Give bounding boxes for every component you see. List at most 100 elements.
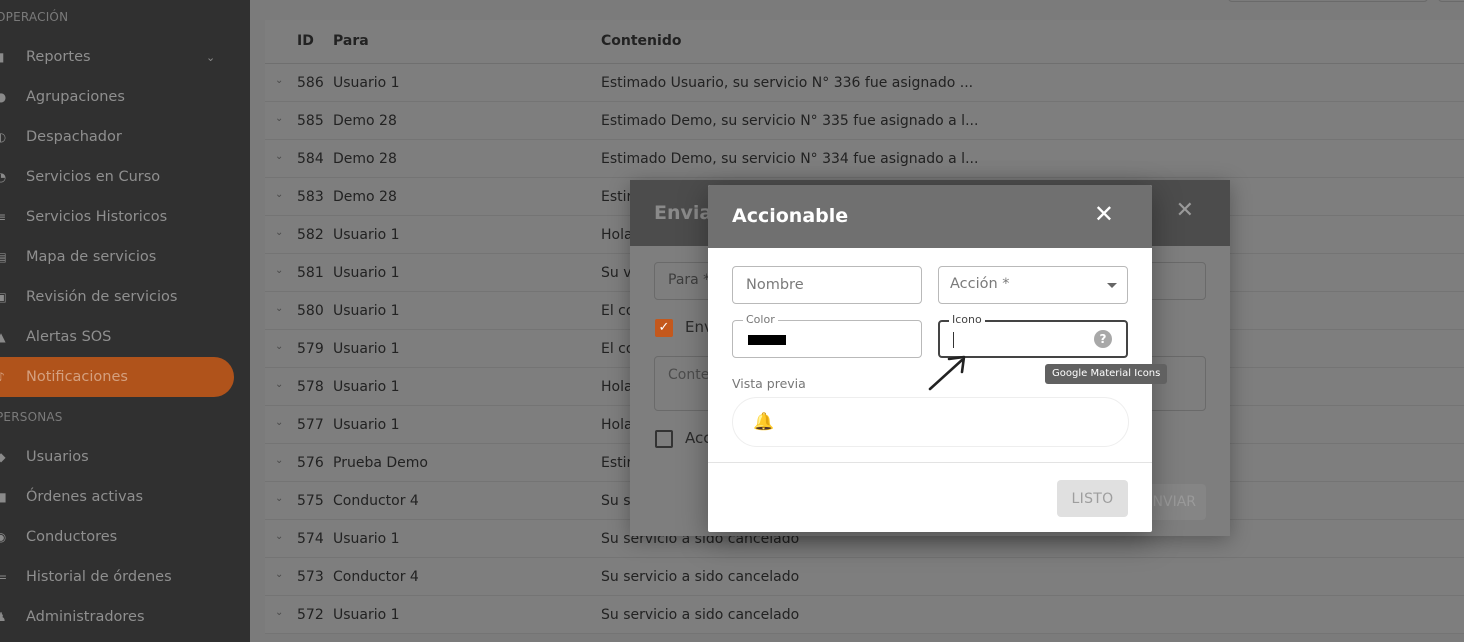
row-para: Usuario 1: [333, 265, 400, 281]
row-para: Usuario 1: [333, 227, 400, 243]
row-para: Usuario 1: [333, 341, 400, 357]
table-row[interactable]: ⌄ 573 Conductor 4 Su servicio a sido cancel…: [265, 558, 1464, 596]
sidebar: OPERACIÓN ▮ Reportes ⌄ ● Agrupaciones ◐ Despac…: [0, 0, 250, 642]
row-id: 579: [297, 341, 324, 357]
accion-select[interactable]: Acción *: [938, 266, 1128, 304]
header-id[interactable]: ID: [297, 33, 314, 49]
dropdown-caret-icon: [1107, 283, 1117, 288]
row-para: Prueba Demo: [333, 455, 428, 471]
nombre-input[interactable]: Nombre: [732, 266, 922, 304]
sidebar-item-revisión-de-servicios[interactable]: ▣ Revisión de servicios: [0, 277, 234, 317]
sidebar-item-mapa-de-servicios[interactable]: ▤ Mapa de servicios: [0, 237, 234, 277]
color-swatch: [748, 335, 786, 345]
row-para: Usuario 1: [333, 531, 400, 547]
row-para: Conductor 4: [333, 493, 419, 509]
expand-chevron-icon[interactable]: ⌄: [275, 113, 283, 124]
dispatch-icon: ◐: [0, 130, 7, 144]
row-id: 576: [297, 455, 324, 471]
expand-chevron-icon[interactable]: ⌄: [275, 607, 283, 618]
help-icon[interactable]: ?: [1094, 330, 1112, 348]
sidebar-item-notificaciones[interactable]: ♪ Notificaciones: [0, 357, 234, 397]
row-contenido: Su v: [601, 265, 632, 281]
icon-preview: 🔔: [732, 397, 1129, 447]
row-para: Demo 28: [333, 113, 397, 129]
expand-chevron-icon[interactable]: ⌄: [275, 151, 283, 162]
sidebar-item-label: Agrupaciones: [26, 89, 125, 105]
list-icon: ≡: [0, 210, 7, 224]
pointer-arrow-icon: [928, 355, 966, 391]
chevron-down-icon: ⌄: [206, 50, 216, 64]
expand-chevron-icon[interactable]: ⌄: [275, 379, 283, 390]
section-title-operacion: OPERACIÓN: [0, 10, 69, 24]
header-para[interactable]: Para: [333, 33, 369, 49]
sidebar-item-servicios-historicos[interactable]: ≡ Servicios Historicos: [0, 197, 234, 237]
row-para: Usuario 1: [333, 379, 400, 395]
sidebar-item-label: Servicios Historicos: [26, 209, 168, 225]
driver-icon: ◉: [0, 530, 7, 544]
expand-chevron-icon[interactable]: ⌄: [275, 341, 283, 352]
sidebar-item-label: Servicios en Curso: [26, 169, 161, 185]
table-row[interactable]: ⌄ 572 Usuario 1 Su servicio a sido cancelad…: [265, 596, 1464, 634]
row-contenido: Su s: [601, 493, 631, 509]
expand-chevron-icon[interactable]: ⌄: [275, 227, 283, 238]
row-contenido: Su servicio a sido cancelado: [601, 607, 800, 623]
sidebar-item-label: Usuarios: [26, 449, 89, 465]
listo-button[interactable]: LISTO: [1057, 480, 1128, 517]
header-contenido[interactable]: Contenido: [601, 33, 681, 49]
sidebar-item-agrupaciones[interactable]: ● Agrupaciones: [0, 77, 234, 117]
enviar-close-icon[interactable]: ✕: [1176, 198, 1194, 223]
row-id: 582: [297, 227, 324, 243]
bell-icon: ♪: [0, 370, 5, 384]
expand-chevron-icon[interactable]: ⌄: [275, 417, 283, 428]
expand-chevron-icon[interactable]: ⌄: [275, 265, 283, 276]
color-input[interactable]: Color: [732, 313, 922, 358]
sidebar-item-label: Conductores: [26, 529, 118, 545]
sidebar-item-órdenes-activas[interactable]: ■ Órdenes activas: [0, 477, 234, 517]
row-contenido: Estimado Demo, su servicio N° 334 fue as…: [601, 151, 979, 167]
map-icon: ▤: [0, 250, 7, 264]
row-para: Usuario 1: [333, 75, 400, 91]
enviar-checkbox[interactable]: ✓: [655, 319, 673, 337]
globe-icon: ●: [0, 90, 7, 104]
expand-chevron-icon[interactable]: ⌄: [275, 531, 283, 542]
row-contenido: Hola: [601, 417, 633, 433]
top-action-button[interactable]: [1438, 0, 1464, 2]
sidebar-item-administradores[interactable]: ♟ Administradores: [0, 597, 234, 637]
para-placeholder: Para *: [668, 272, 711, 288]
sidebar-item-usuarios[interactable]: ◆ Usuarios: [0, 437, 234, 477]
top-filter-button[interactable]: [1228, 0, 1428, 2]
sidebar-item-label: Revisión de servicios: [26, 289, 178, 305]
expand-chevron-icon[interactable]: ⌄: [275, 455, 283, 466]
sidebar-item-label: Alertas SOS: [26, 329, 112, 345]
sidebar-item-servicios-en-curso[interactable]: ◔ Servicios en Curso: [0, 157, 234, 197]
row-para: Demo 28: [333, 189, 397, 205]
expand-chevron-icon[interactable]: ⌄: [275, 569, 283, 580]
sidebar-item-conductores[interactable]: ◉ Conductores: [0, 517, 234, 557]
expand-chevron-icon[interactable]: ⌄: [275, 493, 283, 504]
sidebar-item-historial-de-órdenes[interactable]: ≔ Historial de órdenes: [0, 557, 234, 597]
row-contenido: Hola: [601, 379, 633, 395]
accionable-checkbox[interactable]: [655, 430, 673, 448]
table-row[interactable]: ⌄ 585 Demo 28 Estimado Demo, su servicio N°…: [265, 102, 1464, 140]
row-id: 574: [297, 531, 324, 547]
sidebar-item-despachador[interactable]: ◐ Despachador: [0, 117, 234, 157]
row-para: Usuario 1: [333, 607, 400, 623]
table-row[interactable]: ⌄ 584 Demo 28 Estimado Demo, su servicio N°…: [265, 140, 1464, 178]
sidebar-item-alertas-sos[interactable]: ▲ Alertas SOS: [0, 317, 234, 357]
table-header: ID Para Contenido: [265, 20, 1464, 64]
row-id: 572: [297, 607, 324, 623]
icon-help-tooltip: Google Material Icons: [1045, 364, 1168, 384]
expand-chevron-icon[interactable]: ⌄: [275, 75, 283, 86]
sidebar-item-reportes[interactable]: ▮ Reportes ⌄: [0, 37, 234, 77]
expand-chevron-icon[interactable]: ⌄: [275, 189, 283, 200]
row-contenido: Estir: [601, 455, 633, 471]
row-id: 586: [297, 75, 324, 91]
text-cursor: [953, 332, 954, 348]
bar-chart-icon: ▮: [0, 50, 5, 64]
sidebar-item-label: Órdenes activas: [26, 489, 144, 505]
row-contenido: Estir: [601, 189, 633, 205]
expand-chevron-icon[interactable]: ⌄: [275, 303, 283, 314]
table-row[interactable]: ⌄ 586 Usuario 1 Estimado Usuario, su servic…: [265, 64, 1464, 102]
close-icon[interactable]: ✕: [1094, 202, 1114, 226]
users-icon: ◆: [0, 450, 6, 464]
